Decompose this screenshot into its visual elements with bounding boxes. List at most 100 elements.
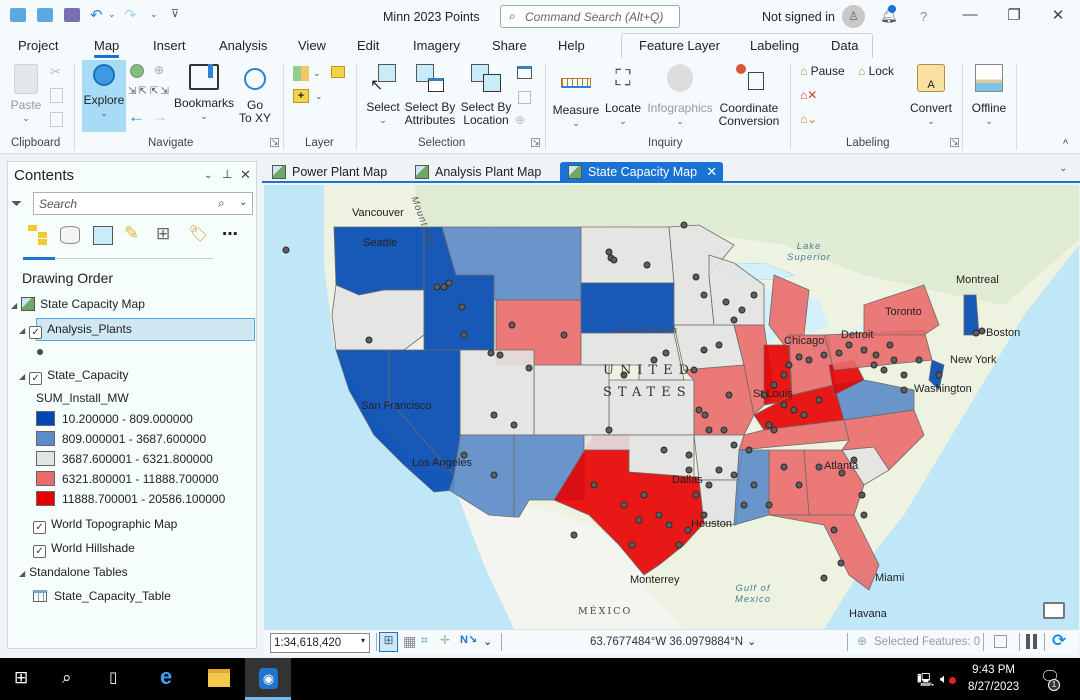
power-plant-point[interactable] bbox=[628, 541, 636, 549]
correction-icon[interactable]: ✛ bbox=[440, 633, 450, 647]
next-extent-icon[interactable]: → bbox=[151, 107, 168, 127]
power-plant-point[interactable] bbox=[785, 361, 793, 369]
paste-button[interactable]: Paste ⌄ bbox=[10, 64, 42, 125]
power-plant-point[interactable] bbox=[745, 446, 753, 454]
tab-edit[interactable]: Edit bbox=[357, 38, 379, 53]
state-colorado[interactable] bbox=[533, 364, 610, 436]
power-plant-point[interactable] bbox=[915, 356, 923, 364]
power-plant-point[interactable] bbox=[730, 316, 738, 324]
power-plant-point[interactable] bbox=[675, 541, 683, 549]
power-plant-point[interactable] bbox=[460, 331, 468, 339]
basemap-world-hillshade[interactable]: ✓ World Hillshade bbox=[33, 541, 135, 558]
search-icon[interactable]: ⌕ bbox=[218, 196, 225, 211]
full-extent-icon[interactable] bbox=[130, 64, 144, 78]
state-new-hampshire[interactable] bbox=[963, 294, 980, 336]
power-plant-point[interactable] bbox=[705, 426, 713, 434]
clear-selection-icon[interactable] bbox=[518, 91, 531, 104]
convert-labels-button[interactable]: A Convert ⌄ bbox=[906, 64, 956, 128]
network-icon[interactable]: 🖳︎ bbox=[917, 671, 934, 693]
restore-button[interactable]: ❐ bbox=[1004, 6, 1024, 24]
file-explorer-icon[interactable] bbox=[208, 669, 230, 687]
layer-analysis-plants[interactable]: ◢ ✓ Analysis_Plants bbox=[19, 322, 132, 339]
power-plant-point[interactable] bbox=[830, 526, 838, 534]
power-plant-point[interactable] bbox=[740, 501, 748, 509]
tab-view[interactable]: View bbox=[298, 38, 326, 53]
power-plant-point[interactable] bbox=[605, 248, 613, 256]
power-plant-point[interactable] bbox=[858, 491, 866, 499]
power-plant-point[interactable] bbox=[715, 341, 723, 349]
power-plant-point[interactable] bbox=[487, 349, 495, 357]
north-arrow-icon[interactable]: N↘ bbox=[460, 633, 477, 646]
power-plant-point[interactable] bbox=[935, 371, 943, 379]
volume-muted-icon[interactable]: 🔈︎ bbox=[940, 671, 956, 687]
power-plant-point[interactable] bbox=[722, 298, 730, 306]
zoom-to-selected-icon[interactable]: ⊕ bbox=[857, 634, 867, 648]
cut-icon[interactable]: ✂ bbox=[50, 64, 61, 80]
power-plant-point[interactable] bbox=[790, 406, 798, 414]
expand-triangle-icon[interactable]: ◢ bbox=[19, 326, 25, 335]
select-by-location-button[interactable]: Select By Location bbox=[460, 64, 512, 127]
legend-swatch[interactable] bbox=[36, 411, 55, 426]
power-plant-point[interactable] bbox=[880, 366, 888, 374]
power-plant-point[interactable] bbox=[510, 421, 518, 429]
labeling-dialog-launcher-icon[interactable]: ↘ bbox=[950, 138, 959, 147]
coordinate-format-dropdown-icon[interactable]: ⌄ bbox=[747, 635, 756, 648]
offline-button[interactable]: Offline ⌄ bbox=[966, 64, 1012, 128]
power-plant-point[interactable] bbox=[900, 386, 908, 394]
command-search-input[interactable]: ⌕ Command Search (Alt+Q) bbox=[500, 5, 680, 28]
power-plant-point[interactable] bbox=[715, 466, 723, 474]
list-by-selection-icon[interactable] bbox=[93, 226, 113, 245]
coordinate-conversion-button[interactable]: Coordinate Conversion bbox=[716, 64, 782, 128]
power-plant-point[interactable] bbox=[770, 426, 778, 434]
power-plant-point[interactable] bbox=[805, 356, 813, 364]
navigate-dialog-launcher-icon[interactable]: ↘ bbox=[270, 138, 279, 147]
power-plant-point[interactable] bbox=[750, 291, 758, 299]
contents-search-input[interactable]: Search ⌕ ⌄ bbox=[33, 192, 253, 215]
power-plant-point[interactable] bbox=[560, 331, 568, 339]
map-tab-state-capacity[interactable]: State Capacity Map ✕ bbox=[560, 162, 724, 183]
add-preset-icon[interactable]: + bbox=[293, 89, 309, 103]
power-plant-point[interactable] bbox=[692, 273, 700, 281]
tab-list-dropdown-icon[interactable]: ⌄ bbox=[1059, 163, 1067, 174]
power-plant-point[interactable] bbox=[605, 426, 613, 434]
state-utah[interactable] bbox=[459, 349, 535, 436]
power-plant-point[interactable] bbox=[643, 261, 651, 269]
power-plant-point[interactable] bbox=[820, 574, 828, 582]
power-plant-point[interactable] bbox=[720, 426, 728, 434]
copy-path-icon[interactable] bbox=[50, 112, 63, 127]
power-plant-point[interactable] bbox=[725, 391, 733, 399]
snapping-toggle-icon[interactable]: ⊞ bbox=[379, 632, 398, 652]
power-plant-point[interactable] bbox=[662, 349, 670, 357]
scale-selector[interactable]: 1:34,618,420 ▾ bbox=[270, 633, 370, 653]
system-clock[interactable]: 9:43 PM 8/27/2023 bbox=[968, 662, 1019, 696]
constraints-icon[interactable]: ⌗ bbox=[421, 633, 428, 648]
zoom-to-selection-icon[interactable]: ⊕ bbox=[154, 63, 164, 77]
state-alabama[interactable] bbox=[768, 449, 810, 516]
more-options-icon[interactable]: ⋯ bbox=[222, 224, 238, 244]
internet-explorer-icon[interactable]: e bbox=[160, 664, 172, 690]
select-button[interactable]: ↖ Select ⌄ bbox=[364, 64, 402, 127]
fixed-zoom-in-icon[interactable]: ⇲⇱ bbox=[128, 86, 149, 97]
power-plant-point[interactable] bbox=[780, 463, 788, 471]
power-plant-point[interactable] bbox=[685, 451, 693, 459]
power-plant-point[interactable] bbox=[886, 341, 894, 349]
redo-icon[interactable]: ↷ bbox=[124, 6, 137, 24]
close-tab-icon[interactable]: ✕ bbox=[706, 164, 717, 180]
state-north-dakota[interactable] bbox=[580, 226, 675, 284]
tab-project[interactable]: Project bbox=[18, 38, 58, 53]
list-by-editing-icon[interactable]: ✎ bbox=[124, 223, 139, 244]
save-project-icon[interactable] bbox=[64, 8, 80, 22]
legend-swatch[interactable] bbox=[36, 451, 55, 466]
infographics-button[interactable]: Infographics ⌄ bbox=[646, 64, 714, 128]
refresh-icon[interactable]: ⟳ bbox=[1052, 631, 1066, 651]
zoom-to-selected-icon[interactable]: ⊕ bbox=[515, 113, 525, 127]
power-plant-point[interactable] bbox=[570, 531, 578, 539]
power-plant-point[interactable] bbox=[635, 516, 643, 524]
state-mississippi[interactable] bbox=[733, 449, 770, 526]
state-arizona[interactable] bbox=[448, 434, 515, 518]
add-data-dropdown-icon[interactable]: ⌄ bbox=[313, 68, 321, 79]
locate-button[interactable]: ⛶ Locate ⌄ bbox=[603, 64, 643, 128]
pause-labels-button[interactable]: ⌂ Pause bbox=[800, 64, 845, 78]
previous-extent-icon[interactable]: ← bbox=[128, 107, 145, 127]
tab-share[interactable]: Share bbox=[492, 38, 527, 53]
